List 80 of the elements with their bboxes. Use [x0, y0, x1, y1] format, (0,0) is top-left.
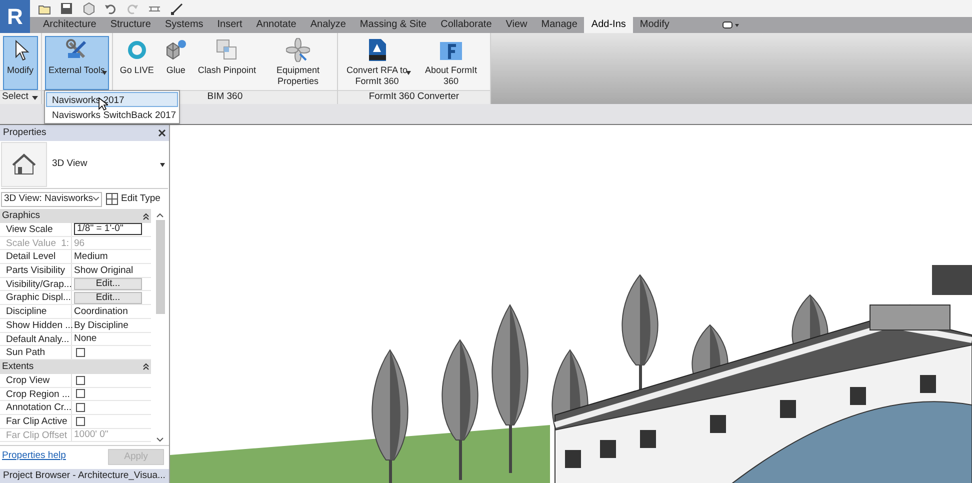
property-value: None — [74, 332, 97, 346]
dimension-icon[interactable] — [170, 2, 183, 15]
property-label: Far Clip Active — [6, 414, 68, 428]
ribbon-button[interactable]: Go LIVE — [116, 36, 158, 90]
ribbon-tab[interactable]: Annotate — [249, 17, 304, 33]
undo-icon[interactable] — [104, 2, 117, 15]
property-label: Detail Level — [6, 250, 56, 264]
property-label: Default Analy... — [6, 332, 70, 346]
property-label: Sun Path — [6, 346, 46, 359]
property-label: Crop Region ... — [6, 388, 70, 400]
panel-toggle-icon[interactable] — [722, 19, 740, 31]
property-prefix: 1: — [61, 236, 69, 250]
ribbon-tab[interactable]: View — [498, 17, 534, 33]
ribbon-button[interactable]: External Tools — [44, 36, 109, 90]
property-value: Coordination — [74, 304, 128, 318]
edit-button[interactable]: Edit... — [74, 292, 142, 304]
property-label: Scale Value — [6, 236, 56, 250]
checkbox[interactable] — [76, 416, 85, 426]
edit-type-button[interactable]: Edit Type — [106, 192, 160, 206]
scrollbar-thumb[interactable] — [156, 220, 165, 314]
overlapping-squares-icon — [214, 38, 239, 62]
ribbon-tab[interactable]: Collaborate — [434, 17, 499, 33]
ribbon-button[interactable]: Modify — [3, 36, 38, 90]
ribbon-button[interactable]: Glue — [160, 36, 192, 90]
view-selector-dropdown[interactable]: 3D View: Navisworks — [1, 192, 102, 206]
property-label: Annotation Cr... — [6, 401, 72, 414]
property-value: By Discipline — [74, 318, 128, 332]
help-link[interactable]: Properties help — [2, 449, 66, 464]
property-label: Crop View — [6, 374, 50, 387]
checkbox[interactable] — [76, 403, 85, 412]
collapse-icon[interactable] — [143, 363, 150, 370]
ribbon-button[interactable]: Convert RFA to FormIt 360 — [340, 36, 413, 90]
checkbox[interactable] — [76, 376, 85, 385]
ribbon-tab[interactable]: Systems — [158, 17, 210, 33]
type-selector[interactable]: 3D View — [47, 140, 168, 190]
menu-item[interactable]: Navisworks SwitchBack 2017 — [46, 107, 178, 122]
ribbon-button[interactable]: About FormIt 360 — [414, 36, 487, 90]
property-label: Parts Visibility — [6, 264, 65, 277]
ribbon-button[interactable]: Clash Pinpoint — [194, 36, 260, 90]
ribbon-tab[interactable]: Structure — [103, 17, 158, 33]
caret-icon[interactable] — [32, 96, 38, 100]
ribbon-tab[interactable]: Analyze — [303, 17, 353, 33]
close-icon[interactable] — [158, 129, 166, 137]
chevron-down-icon — [93, 197, 99, 201]
property-value: 1000' 0" — [74, 428, 108, 442]
ribbon-tab[interactable]: Modify — [632, 17, 676, 33]
property-label: Far Clip Offset — [6, 428, 68, 442]
ribbon-tab[interactable]: Insert — [210, 17, 250, 33]
property-label: View Scale — [6, 223, 53, 236]
property-value: Show Original — [74, 264, 134, 277]
property-label: Visibility/Grap... — [6, 278, 72, 290]
ribbon-tab[interactable]: Add-Ins — [584, 17, 633, 33]
property-label: Graphic Displ... — [6, 291, 71, 304]
checkbox[interactable] — [76, 389, 85, 398]
ribbon-button[interactable]: Equipment Properties — [262, 36, 334, 90]
property-label: Show Hidden ... — [6, 318, 74, 332]
property-value-field[interactable]: 1/8" = 1'-0" — [74, 223, 142, 236]
panel-label: FormIt 360 Converter — [368, 90, 460, 104]
ribbon-tab[interactable]: Manage — [534, 17, 584, 33]
scroll-down-icon[interactable] — [156, 437, 164, 443]
edit-button[interactable]: Edit... — [74, 278, 142, 290]
app-menu-button[interactable]: R — [0, 0, 30, 33]
save-icon[interactable] — [60, 2, 73, 15]
edit-type-icon — [106, 193, 118, 205]
caret-icon — [160, 162, 165, 166]
collapse-icon[interactable] — [143, 212, 150, 220]
property-value: Medium — [74, 250, 108, 264]
cube-cluster-icon — [164, 38, 188, 62]
checkbox[interactable] — [76, 348, 85, 358]
panel-label: BIM 360 — [207, 90, 243, 104]
fan-icon — [286, 38, 310, 62]
cube-icon[interactable] — [82, 2, 95, 15]
ribbon-tab[interactable]: Architecture — [36, 17, 104, 33]
panel-title: Properties — [3, 126, 46, 140]
property-value: 96 — [74, 236, 85, 250]
panel-title: Project Browser - Architecture_Visua... — [3, 468, 166, 483]
ribbon-tab[interactable]: Massing & Site — [352, 17, 434, 33]
house-icon — [12, 152, 36, 176]
property-label: Discipline — [6, 305, 47, 318]
scroll-up-icon[interactable] — [156, 212, 164, 218]
